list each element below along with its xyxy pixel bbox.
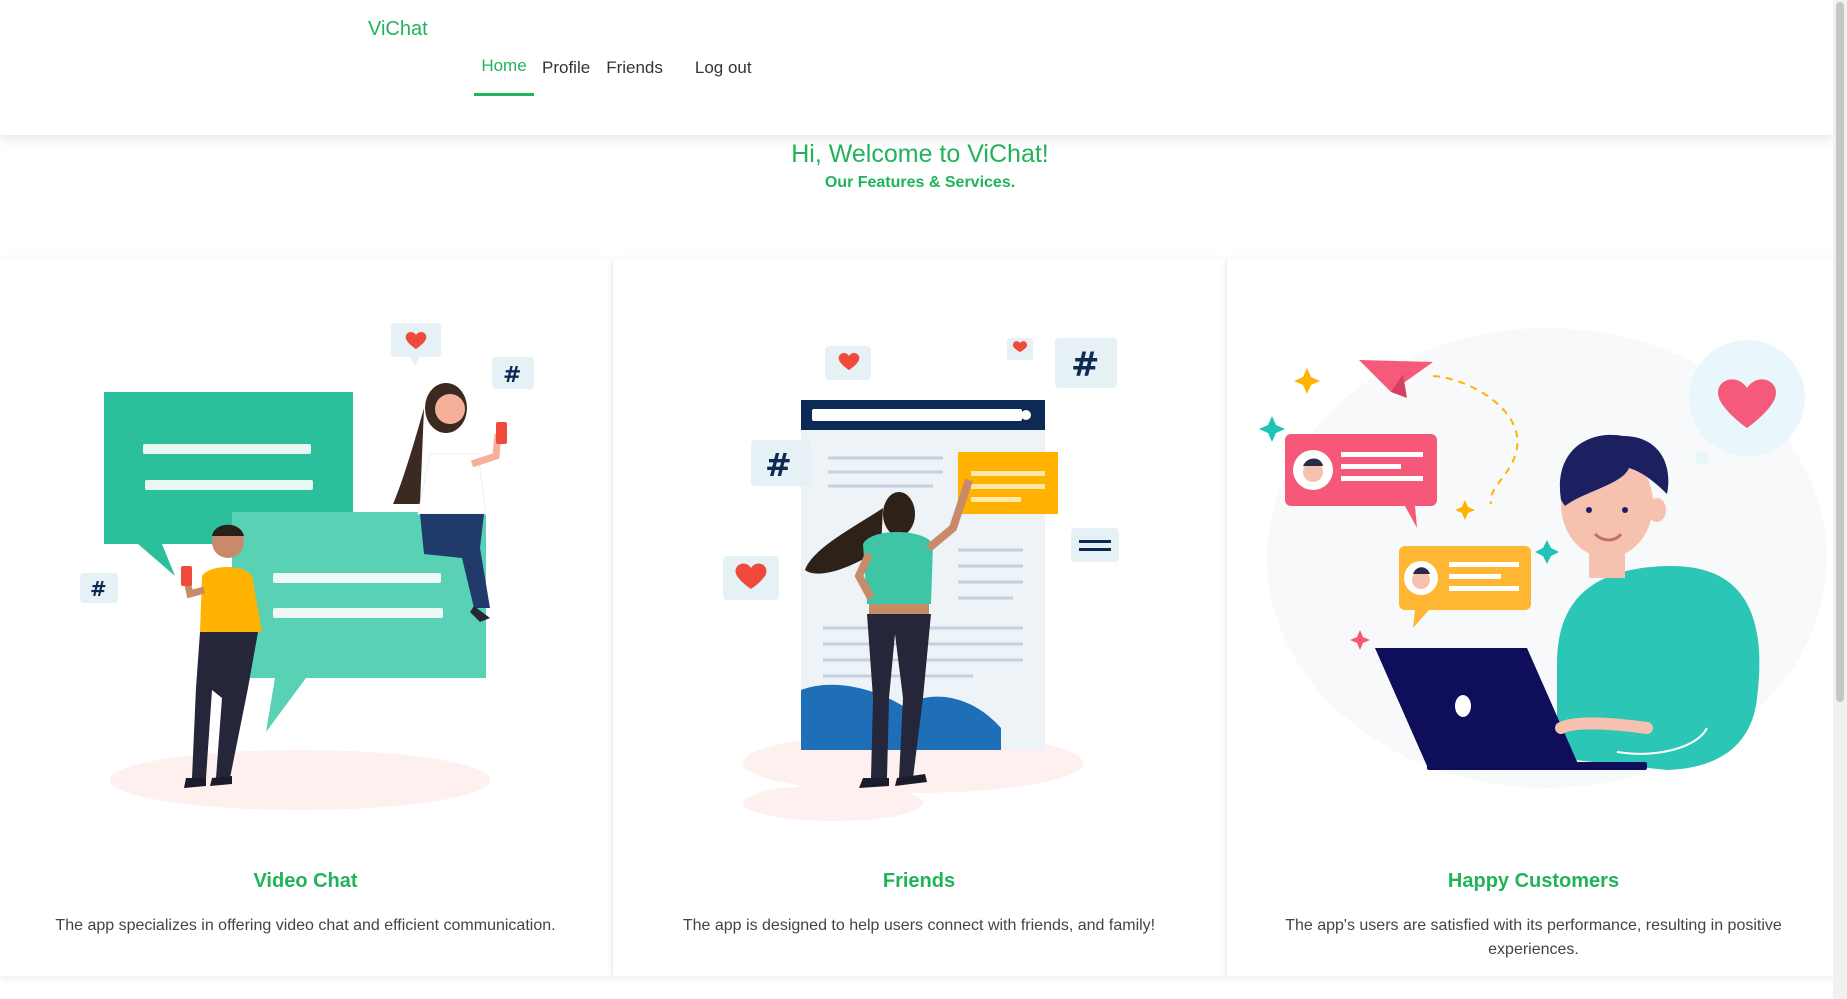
card-title: Video Chat (253, 870, 358, 892)
svg-text:#: # (1071, 345, 1100, 385)
page: ViChat Home Profile Friends Log out Hi, … (0, 0, 1847, 999)
feature-cards: # # Video Chat The app specializes in of… (0, 258, 1840, 976)
welcome-section: Hi, Welcome to ViChat! Our Features & Se… (0, 136, 1840, 194)
friends-illustration: # # (723, 338, 1119, 821)
nav-link-home[interactable]: Home (474, 52, 534, 96)
page-scrollbar[interactable] (1833, 0, 1847, 999)
feature-card-video-chat: # # Video Chat The app specializes in of… (0, 258, 611, 976)
video-chat-illustration: # # (80, 323, 534, 810)
card-description: The app specializes in offering video ch… (55, 917, 556, 934)
svg-text:#: # (90, 577, 107, 601)
nav-link-friends[interactable]: Friends (598, 52, 671, 96)
welcome-subtitle: Our Features & Services. (824, 174, 1016, 191)
happy-customers-illustration (1259, 328, 1827, 788)
card-description: The app is designed to help users connec… (682, 917, 1156, 934)
scrollbar-thumb[interactable] (1836, 2, 1844, 702)
welcome-title: Hi, Welcome to ViChat! (791, 140, 1049, 168)
nav-link-profile[interactable]: Profile (534, 52, 598, 96)
nav-link-logout[interactable]: Log out (687, 52, 760, 96)
feature-card-friends: # # Friends The app is designed to help … (613, 258, 1225, 976)
feature-card-happy-customers: Happy Customers The app's users are sati… (1227, 258, 1840, 976)
card-title: Friends (882, 870, 956, 892)
navbar: ViChat Home Profile Friends Log out (0, 0, 1833, 135)
card-description: The app's users are satisfied with its p… (1285, 917, 1782, 958)
card-title: Happy Customers (1447, 870, 1620, 892)
brand-logo-link[interactable]: ViChat (368, 18, 428, 41)
svg-text:#: # (765, 446, 792, 484)
main-nav: Home Profile Friends Log out (474, 52, 760, 96)
svg-text:#: # (503, 363, 521, 388)
